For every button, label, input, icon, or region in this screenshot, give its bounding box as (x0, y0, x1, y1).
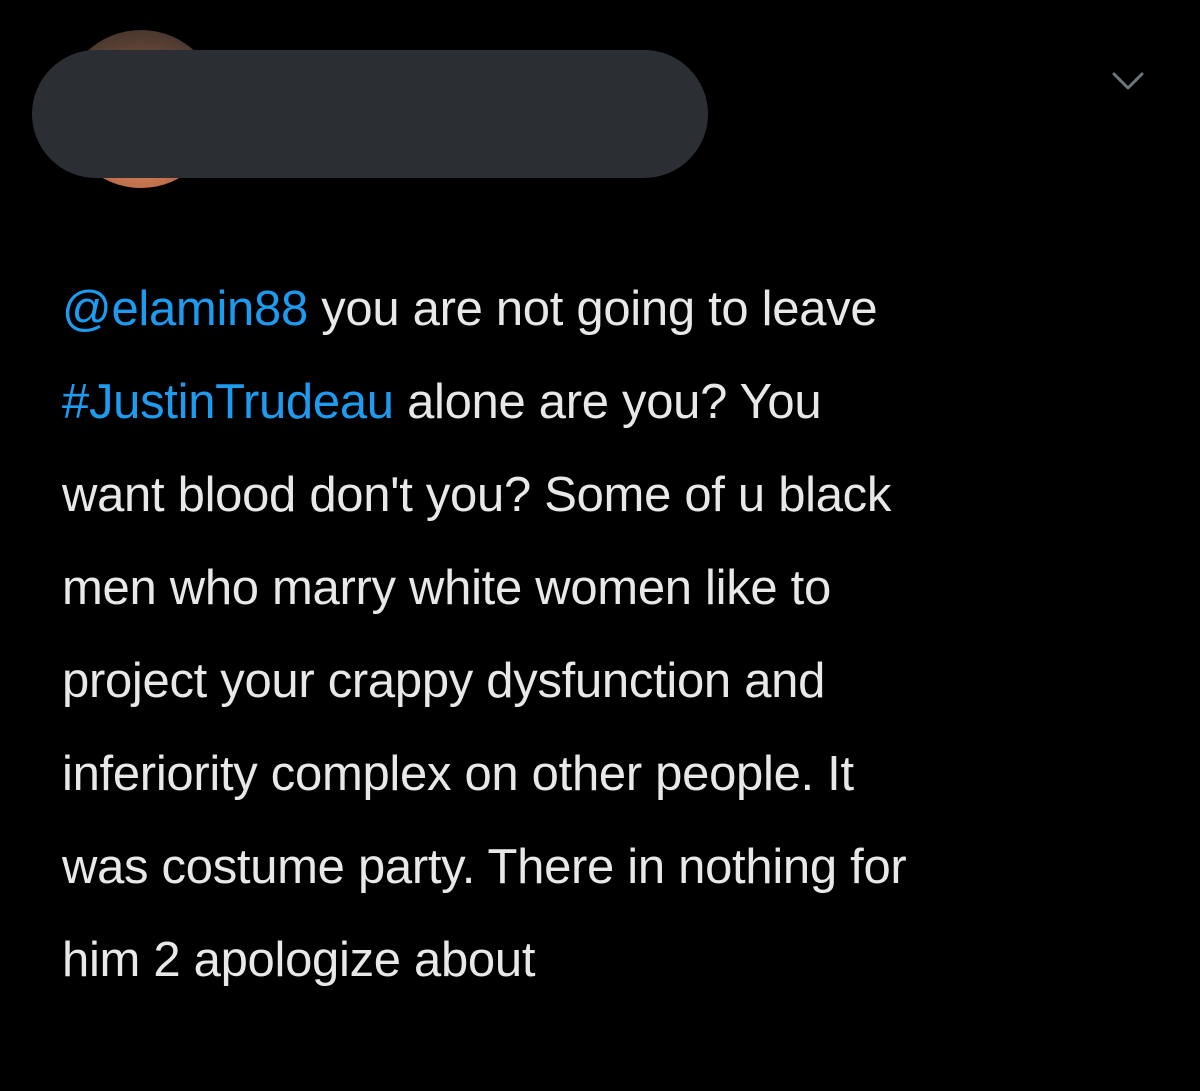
tweet: @elamin88 you are not going to leave #Ju… (0, 0, 1200, 1091)
redacted-username (32, 50, 708, 178)
tweet-text-part-2: alone are you? You want blood don't you?… (62, 375, 907, 987)
chevron-down-icon (1112, 72, 1144, 90)
tweet-text-part-1: you are not going to leave (321, 282, 878, 336)
hashtag-link[interactable]: #JustinTrudeau (62, 375, 394, 429)
mention-link[interactable]: @elamin88 (62, 282, 308, 336)
tweet-menu-button[interactable] (1110, 68, 1146, 96)
tweet-text: @elamin88 you are not going to leave #Ju… (62, 263, 1142, 1007)
